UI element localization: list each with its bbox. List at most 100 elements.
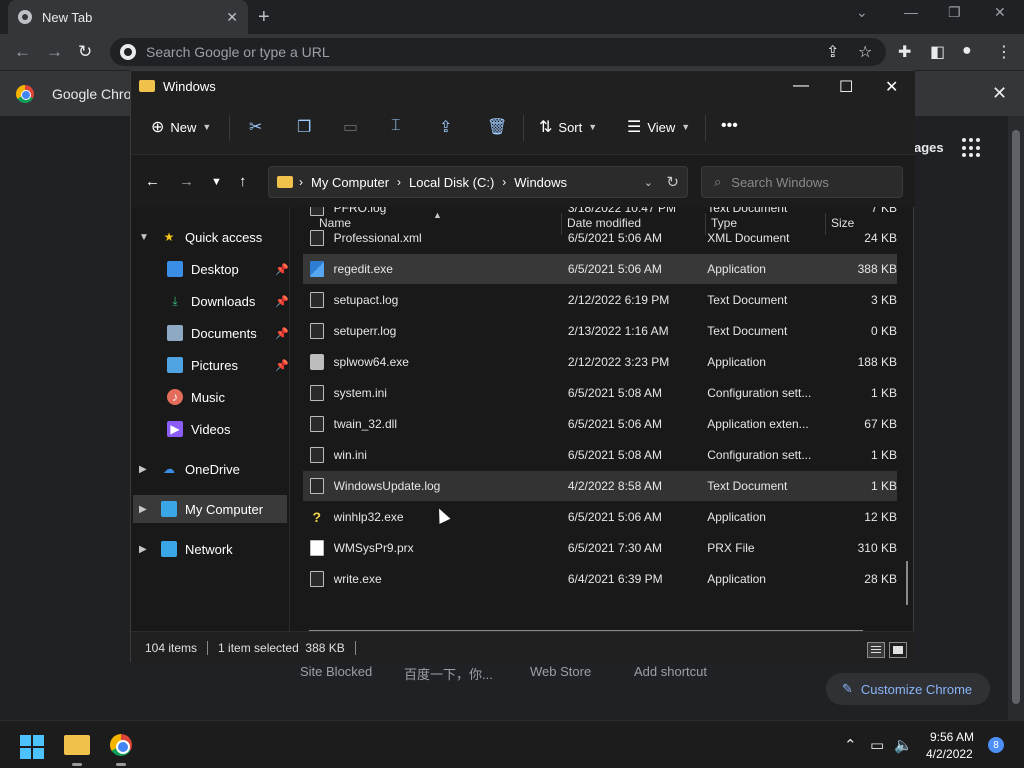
explorer-close-button[interactable]: ✕ bbox=[885, 77, 898, 97]
file-date: 6/5/2021 5:06 AM bbox=[567, 417, 662, 431]
clock-time[interactable]: 9:56 AM bbox=[930, 730, 974, 744]
new-button[interactable]: ⊕ New ▼ bbox=[151, 117, 211, 137]
nav-my-computer[interactable]: ▶ My Computer bbox=[133, 495, 287, 523]
chrome-scrollbar[interactable] bbox=[1008, 116, 1024, 720]
breadcrumb-chevron-icon[interactable]: › bbox=[397, 175, 401, 189]
shortcut-baidu[interactable]: 百度一下，你... bbox=[404, 664, 493, 683]
new-tab-button[interactable]: + bbox=[258, 6, 270, 29]
delete-button[interactable]: 🗑 bbox=[487, 117, 513, 137]
images-link[interactable]: ages bbox=[914, 140, 944, 155]
bookmark-star-icon[interactable]: ☆ bbox=[858, 42, 872, 62]
large-icons-view-icon[interactable] bbox=[889, 642, 907, 658]
file-name: Professional.xml bbox=[333, 231, 422, 245]
pane-divider[interactable] bbox=[289, 207, 290, 631]
chevron-right-icon[interactable]: ▶ bbox=[139, 464, 153, 475]
view-button[interactable]: ☰ View ▼ bbox=[627, 117, 690, 137]
recent-locations-chevron-icon[interactable]: ▼ bbox=[211, 176, 222, 188]
back-arrow-icon[interactable]: ← bbox=[14, 42, 31, 62]
sort-button[interactable]: ⇅ Sort ▼ bbox=[539, 117, 597, 137]
chrome-close-button[interactable]: ✕ bbox=[994, 4, 1006, 21]
file-row[interactable]: WMSysPr9.prx 6/5/2021 7:30 AM PRX File 3… bbox=[303, 533, 897, 563]
file-type: Text Document bbox=[707, 324, 788, 338]
breadcrumb-local-disk[interactable]: Local Disk (C:) bbox=[409, 175, 494, 190]
file-row-hovered[interactable]: WindowsUpdate.log 4/2/2022 8:58 AM Text … bbox=[303, 471, 897, 501]
nav-pictures[interactable]: Pictures 📌 bbox=[167, 351, 289, 379]
customize-chrome-button[interactable]: ✎ Customize Chrome bbox=[826, 673, 990, 705]
explorer-minimize-button[interactable]: — bbox=[793, 77, 809, 95]
breadcrumb-chevron-icon[interactable]: › bbox=[502, 175, 506, 189]
chrome-restore-button[interactable]: ❐ bbox=[948, 4, 961, 21]
share-button[interactable]: ⇪ bbox=[439, 117, 458, 137]
chevron-down-icon[interactable]: ▼ bbox=[139, 232, 153, 243]
back-arrow-icon[interactable]: ← bbox=[145, 173, 160, 190]
breadcrumb-my-computer[interactable]: My Computer bbox=[311, 175, 389, 190]
extensions-icon[interactable]: ✚ bbox=[898, 42, 911, 62]
reload-icon[interactable]: ↻ bbox=[78, 42, 92, 62]
tab-new-tab[interactable]: New Tab ✕ bbox=[8, 0, 248, 34]
file-row[interactable]: win.ini 6/5/2021 5:08 AM Configuration s… bbox=[303, 440, 897, 470]
chrome-scrollbar-thumb[interactable] bbox=[1012, 130, 1020, 704]
address-bar[interactable]: › My Computer › Local Disk (C:) › Window… bbox=[268, 166, 688, 198]
omnibox-input[interactable]: Search Google or type a URL bbox=[110, 38, 886, 66]
nav-onedrive[interactable]: ▶ ☁ OneDrive bbox=[139, 455, 240, 483]
shortcut-web-store[interactable]: Web Store bbox=[530, 664, 591, 679]
nav-music[interactable]: ♪ Music bbox=[167, 383, 225, 411]
paste-button[interactable]: ▭ bbox=[343, 117, 364, 137]
xml-file-icon bbox=[310, 230, 324, 246]
google-apps-icon[interactable] bbox=[962, 138, 982, 158]
nav-label: Quick access bbox=[185, 229, 263, 245]
nav-network[interactable]: ▶ Network bbox=[139, 535, 233, 563]
explorer-maximize-button[interactable]: ☐ bbox=[839, 77, 853, 97]
details-view-icon[interactable] bbox=[867, 642, 885, 658]
network-icon[interactable]: ▭ bbox=[870, 736, 884, 754]
notification-badge[interactable]: 8 bbox=[988, 737, 1004, 753]
file-row[interactable]: splwow64.exe 2/12/2022 3:23 PM Applicati… bbox=[303, 347, 897, 377]
chevron-right-icon[interactable]: ▶ bbox=[139, 504, 153, 515]
file-row[interactable]: twain_32.dll 6/5/2021 5:06 AM Applicatio… bbox=[303, 409, 897, 439]
chrome-minimize-button[interactable]: — bbox=[904, 4, 918, 20]
file-row[interactable]: setuperr.log 2/13/2022 1:16 AM Text Docu… bbox=[303, 316, 897, 346]
profile-avatar-icon[interactable]: ● bbox=[962, 42, 972, 60]
copy-button[interactable]: ❐ bbox=[297, 117, 317, 137]
breadcrumb-chevron-icon[interactable]: › bbox=[299, 175, 303, 189]
clock-date[interactable]: 4/2/2022 bbox=[926, 747, 973, 761]
nav-desktop[interactable]: Desktop 📌 bbox=[167, 255, 289, 283]
address-dropdown-icon[interactable]: ⌄ bbox=[644, 176, 653, 189]
nav-downloads[interactable]: ⤓ Downloads 📌 bbox=[167, 287, 289, 315]
shortcut-site-blocked[interactable]: Site Blocked bbox=[300, 664, 372, 679]
file-row[interactable]: setupact.log 2/12/2022 6:19 PM Text Docu… bbox=[303, 285, 897, 315]
chrome-taskbar-icon[interactable] bbox=[110, 734, 132, 756]
file-row[interactable]: system.ini 6/5/2021 5:08 AM Configuratio… bbox=[303, 378, 897, 408]
up-arrow-icon[interactable]: ↑ bbox=[239, 173, 247, 190]
search-input[interactable]: ⌕ Search Windows bbox=[701, 166, 903, 198]
tray-overflow-chevron-icon[interactable]: ⌃ bbox=[844, 736, 857, 754]
forward-arrow-icon[interactable]: → bbox=[46, 42, 63, 62]
windows-start-icon[interactable] bbox=[20, 735, 44, 759]
file-row[interactable]: ? winhlp32.exe 6/5/2021 5:06 AM Applicat… bbox=[303, 502, 897, 532]
file-explorer-taskbar-icon[interactable] bbox=[64, 735, 90, 755]
tab-search-icon[interactable]: ⌄ bbox=[856, 4, 868, 21]
cut-button[interactable]: ✂ bbox=[249, 117, 268, 137]
breadcrumb-windows[interactable]: Windows bbox=[514, 175, 567, 190]
tab-close-icon[interactable]: ✕ bbox=[226, 9, 238, 26]
forward-arrow-icon[interactable]: → bbox=[179, 173, 194, 190]
volume-icon[interactable]: 🔈 bbox=[894, 736, 913, 754]
chevron-right-icon[interactable]: ▶ bbox=[139, 544, 153, 555]
see-more-button[interactable]: ••• bbox=[721, 117, 744, 135]
rename-button[interactable]: ⌶ bbox=[391, 117, 407, 135]
refresh-icon[interactable]: ↻ bbox=[666, 173, 679, 191]
shortcut-add[interactable]: Add shortcut bbox=[634, 664, 707, 679]
blank-file-icon bbox=[310, 540, 324, 556]
side-panel-icon[interactable]: ◧ bbox=[930, 42, 945, 62]
file-row[interactable]: PFRO.log 3/18/2022 10:47 PM Text Documen… bbox=[303, 207, 897, 223]
file-row[interactable]: Professional.xml 6/5/2021 5:06 AM XML Do… bbox=[303, 223, 897, 253]
file-row[interactable]: write.exe 6/4/2021 6:39 PM Application 2… bbox=[303, 564, 897, 594]
nav-videos[interactable]: ▶ Videos bbox=[167, 415, 231, 443]
menu-kebab-icon[interactable]: ⋮ bbox=[996, 42, 1012, 62]
nav-quick-access[interactable]: ▼ ★ Quick access bbox=[139, 223, 262, 251]
nav-documents[interactable]: Documents 📌 bbox=[167, 319, 289, 347]
file-row-selected[interactable]: regedit.exe 6/5/2021 5:06 AM Application… bbox=[303, 254, 897, 284]
share-icon[interactable]: ⇪ bbox=[826, 42, 839, 62]
vertical-scrollbar-thumb[interactable] bbox=[906, 561, 908, 605]
infobar-close-icon[interactable]: ✕ bbox=[992, 83, 1007, 104]
